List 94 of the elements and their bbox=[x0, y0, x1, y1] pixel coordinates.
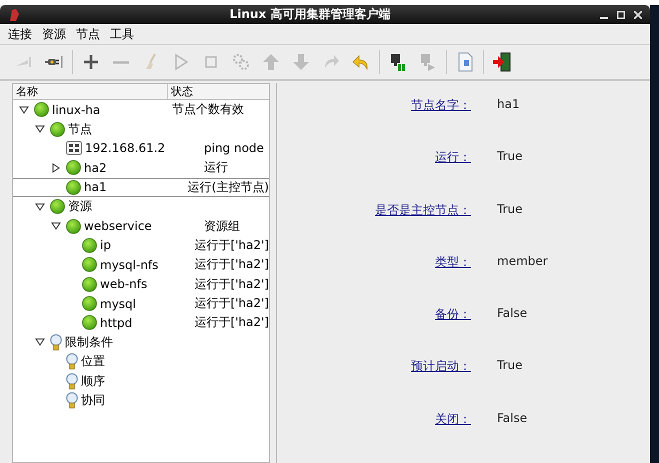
tree-row[interactable]: 位置 bbox=[13, 352, 269, 372]
expand-triangle-icon bbox=[35, 338, 45, 346]
menu-item[interactable]: 节点 bbox=[76, 26, 100, 42]
tree-item-name: linux-ha bbox=[52, 102, 100, 117]
menu-item[interactable]: 连接 bbox=[8, 26, 32, 42]
field-label-link[interactable]: 节点名字： bbox=[277, 97, 471, 114]
tree-item-name: ip bbox=[100, 238, 111, 252]
selected-tree-row[interactable]: ha1 运行(主控节点) bbox=[13, 178, 269, 197]
tree-row[interactable]: 限制条件 bbox=[13, 332, 269, 352]
field-label-link[interactable]: 备份： bbox=[277, 306, 471, 324]
tree-item-name: ha2 bbox=[84, 160, 107, 175]
down-arrow-icon bbox=[291, 52, 311, 72]
expand-triangle-icon bbox=[35, 202, 45, 211]
menu-item[interactable]: 工具 bbox=[110, 26, 134, 42]
app-logo-icon bbox=[8, 8, 20, 22]
field-value: True bbox=[497, 202, 522, 216]
tree-row[interactable]: 192.168.61.2 ping node bbox=[13, 138, 269, 158]
status-dot-icon bbox=[82, 315, 97, 330]
status-dot-icon bbox=[82, 238, 97, 253]
tree-item-status: 运行于['ha2'] bbox=[193, 256, 269, 274]
exit-door-icon bbox=[492, 52, 512, 72]
field-label-link[interactable]: 是否是主控节点： bbox=[277, 202, 471, 219]
field-label-link[interactable]: 运行： bbox=[277, 149, 471, 166]
tree-item-name: 192.168.61.2 bbox=[85, 141, 166, 156]
expand-triangle-icon bbox=[35, 125, 45, 134]
status-dot-icon bbox=[82, 296, 97, 312]
status-dot-icon bbox=[66, 218, 81, 234]
collapse-triangle-icon bbox=[52, 162, 60, 173]
tree-row[interactable]: httpd 运行于['ha2'] bbox=[13, 313, 269, 333]
status-dot-icon bbox=[34, 102, 49, 118]
status-dot-icon bbox=[66, 180, 81, 195]
tree-item-name: 顺序 bbox=[81, 372, 105, 390]
lightbulb-icon bbox=[50, 334, 62, 351]
field-label-link[interactable]: 预计启动： bbox=[277, 358, 471, 376]
network-icon bbox=[66, 141, 82, 156]
tree-row[interactable]: 顺序 bbox=[13, 371, 269, 391]
lightbulb-icon bbox=[66, 353, 78, 370]
tree-item-name: web-nfs bbox=[100, 277, 148, 292]
tree-row[interactable]: ha2 运行 bbox=[13, 158, 269, 178]
status-dot-icon bbox=[82, 276, 97, 292]
menu-item[interactable]: 资源 bbox=[42, 26, 66, 42]
tree-item-name: webservice bbox=[84, 219, 152, 234]
tree-row[interactable]: ip 运行于['ha2'] bbox=[13, 236, 269, 256]
tree-item-status: 运行 bbox=[203, 159, 228, 176]
tree-item-name: 资源 bbox=[68, 198, 92, 216]
tree-row[interactable]: linux-ha 节点个数有效 bbox=[13, 100, 269, 120]
tree-item-status: 运行于['ha2'] bbox=[193, 314, 269, 332]
tree-item-name: mysql-nfs bbox=[100, 258, 158, 272]
minus-icon bbox=[113, 60, 129, 64]
window-title: Linux 高可用集群管理客户端 bbox=[228, 6, 392, 23]
field-value: True bbox=[497, 149, 522, 164]
lightbulb-icon bbox=[66, 372, 78, 390]
field-value: False bbox=[497, 306, 528, 320]
close-icon[interactable] bbox=[634, 10, 642, 18]
tree-row[interactable]: mysql 运行于['ha2'] bbox=[13, 294, 269, 314]
status-dot-icon bbox=[50, 122, 65, 137]
field-label-link[interactable]: 关闭： bbox=[277, 410, 471, 428]
tree-item-status: ping node bbox=[203, 141, 264, 156]
tree-item-name: ha1 bbox=[84, 180, 107, 194]
tree-item-name: 协同 bbox=[81, 392, 105, 410]
status-dot-icon bbox=[50, 199, 65, 214]
tree-row[interactable]: web-nfs 运行于['ha2'] bbox=[13, 274, 269, 294]
field-value: False bbox=[497, 410, 528, 425]
maximize-icon[interactable] bbox=[617, 10, 625, 18]
tree-row[interactable]: 节点 bbox=[13, 119, 269, 139]
field-value: member bbox=[497, 254, 548, 268]
column-header[interactable]: 状态 bbox=[168, 84, 269, 99]
column-header[interactable]: 名称 bbox=[13, 84, 168, 99]
tree-item-status: 运行(主控节点) bbox=[186, 178, 269, 196]
tree-item-status: 运行于['ha2'] bbox=[193, 236, 269, 254]
field-value: True bbox=[497, 358, 522, 372]
status-dot-icon bbox=[82, 257, 97, 272]
field-label-link[interactable]: 类型： bbox=[277, 254, 471, 271]
expand-triangle-icon bbox=[51, 222, 61, 230]
tree-item-status: 运行于['ha2'] bbox=[193, 295, 269, 312]
tree-item-status: 运行于['ha2'] bbox=[193, 276, 269, 293]
tree-row[interactable]: 资源 bbox=[13, 196, 269, 216]
tree-item-name: 位置 bbox=[81, 353, 105, 370]
status-dot-icon bbox=[66, 160, 81, 176]
tree-item-name: httpd bbox=[100, 316, 132, 330]
plus-icon bbox=[81, 52, 101, 72]
tree-row[interactable]: 协同 bbox=[13, 390, 269, 410]
tree-row[interactable]: mysql-nfs 运行于['ha2'] bbox=[13, 255, 269, 275]
lightbulb-icon bbox=[66, 392, 78, 410]
expand-triangle-icon bbox=[19, 106, 29, 114]
field-value: ha1 bbox=[497, 97, 520, 111]
computer-pause-icon bbox=[388, 52, 408, 72]
tree-row[interactable]: webservice 资源组 bbox=[13, 216, 269, 236]
tree-item-name: mysql bbox=[100, 296, 136, 311]
tree-item-status: 资源组 bbox=[203, 218, 240, 235]
up-arrow-icon bbox=[261, 52, 281, 72]
tree-item-name: 节点 bbox=[68, 120, 92, 138]
tree-item-status: 节点个数有效 bbox=[171, 101, 244, 118]
tree-item-name: 限制条件 bbox=[65, 334, 113, 351]
